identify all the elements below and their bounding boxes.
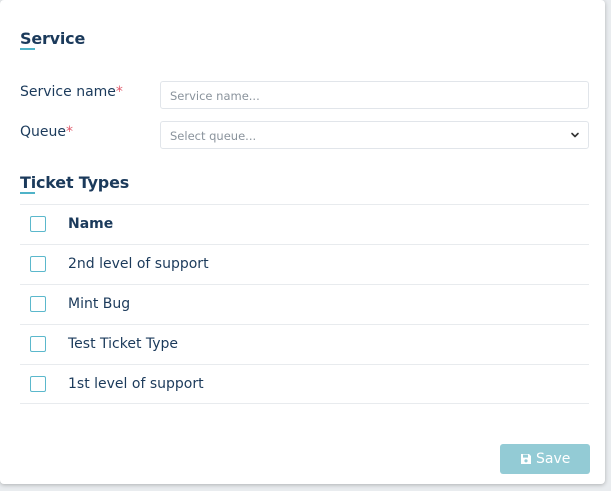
row-checkbox[interactable] <box>30 256 46 272</box>
ticket-type-name: 2nd level of support <box>68 256 209 272</box>
service-name-input[interactable]: Service name... <box>160 81 589 109</box>
name-column-header: Name <box>68 216 114 232</box>
service-form-card: Service Service name* Service name... Qu… <box>0 0 605 484</box>
service-name-label: Service name* <box>20 84 123 100</box>
service-section-title: Service <box>20 29 86 48</box>
table-row: 1st level of support <box>20 364 589 404</box>
service-name-placeholder: Service name... <box>170 89 260 103</box>
queue-select[interactable]: Select queue... <box>160 121 589 149</box>
chevron-down-icon <box>571 132 579 138</box>
queue-label: Queue* <box>20 124 73 140</box>
table-header-row: Name <box>20 204 589 244</box>
save-button[interactable]: Save <box>500 444 590 474</box>
row-checkbox[interactable] <box>30 296 46 312</box>
required-marker: * <box>115 84 123 100</box>
required-marker: * <box>66 124 73 140</box>
ticket-type-name: 1st level of support <box>68 376 204 392</box>
save-button-label: Save <box>536 451 571 467</box>
row-checkbox[interactable] <box>30 376 46 392</box>
floppy-disk-icon <box>521 454 531 464</box>
ticket-types-title: Ticket Types <box>20 173 130 192</box>
table-row: Mint Bug <box>20 284 589 324</box>
ticket-types-table: Name 2nd level of support Mint Bug Test … <box>20 204 589 404</box>
service-title-underline <box>20 48 35 50</box>
queue-placeholder: Select queue... <box>170 129 257 143</box>
ticket-type-name: Mint Bug <box>68 296 131 312</box>
queue-label-text: Queue <box>20 124 66 140</box>
table-row: Test Ticket Type <box>20 324 589 364</box>
ticket-type-name: Test Ticket Type <box>68 336 179 352</box>
row-checkbox[interactable] <box>30 336 46 352</box>
select-all-checkbox[interactable] <box>30 216 46 232</box>
ticket-types-underline <box>20 192 35 194</box>
service-name-label-text: Service name <box>20 84 116 100</box>
table-row: 2nd level of support <box>20 244 589 284</box>
